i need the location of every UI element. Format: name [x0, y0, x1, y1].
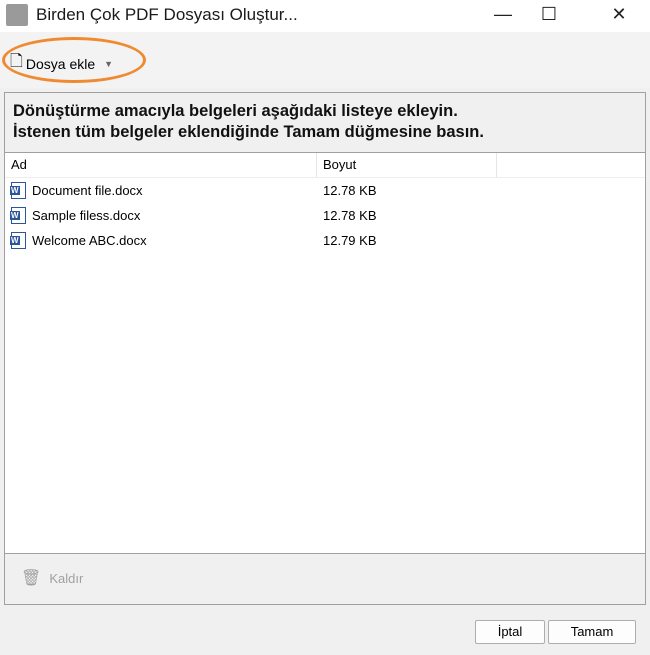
instruction-line: Dönüştürme amacıyla belgeleri aşağıdaki … [13, 102, 458, 120]
window-title: Birden Çok PDF Dosyası Oluştur... [36, 5, 298, 24]
table-header: Ad Boyut [5, 153, 645, 178]
file-name: Document file.docx [32, 183, 143, 198]
ok-button[interactable]: Tamam [548, 620, 636, 644]
word-file-icon: W [10, 232, 26, 249]
word-file-icon: W [10, 182, 26, 199]
maximize-button[interactable]: ☐ [526, 0, 572, 30]
remove-label: Kaldır [49, 570, 84, 586]
table-row[interactable]: W Sample filess.docx 12.78 KB [5, 203, 645, 228]
title-bar: Birden Çok PDF Dosyası Oluştur... — ☐ ✕ [0, 0, 650, 32]
instructions: Dönüştürme amacıyla belgeleri aşağıdaki … [5, 93, 645, 153]
table-row[interactable]: W Welcome ABC.docx 12.79 KB [5, 228, 645, 253]
file-name: Welcome ABC.docx [32, 233, 147, 248]
add-file-icon: 🗋 [10, 53, 23, 70]
file-size: 12.79 KB [323, 233, 377, 248]
name-cell: W Welcome ABC.docx [5, 228, 317, 253]
instruction-line: İstenen tüm belgeler eklendiğinde Tamam … [13, 123, 484, 141]
column-size[interactable]: Boyut [317, 153, 497, 177]
cancel-button[interactable]: İptal [475, 620, 545, 644]
name-cell: W Document file.docx [5, 178, 317, 203]
table-row[interactable]: W Document file.docx 12.78 KB [5, 178, 645, 203]
add-file-button[interactable]: 🗋 Dosya ekle ▼ [10, 50, 113, 77]
file-size: 12.78 KB [323, 208, 377, 223]
name-cell: W Sample filess.docx [5, 203, 317, 228]
close-button[interactable]: ✕ [596, 0, 642, 30]
file-size: 12.78 KB [323, 183, 377, 198]
panel-footer: 🗑 Kaldır [5, 553, 645, 604]
minimize-button[interactable]: — [480, 0, 526, 30]
file-panel: Dönüştürme amacıyla belgeleri aşağıdaki … [4, 92, 646, 605]
file-name: Sample filess.docx [32, 208, 141, 223]
column-name[interactable]: Ad [5, 153, 317, 177]
word-file-icon: W [10, 207, 26, 224]
trash-icon: 🗑 [21, 570, 42, 587]
remove-button[interactable]: 🗑 Kaldır [21, 568, 83, 588]
chevron-down-icon: ▼ [104, 58, 114, 69]
add-file-label: Dosya ekle [25, 55, 96, 72]
app-icon [6, 4, 28, 26]
